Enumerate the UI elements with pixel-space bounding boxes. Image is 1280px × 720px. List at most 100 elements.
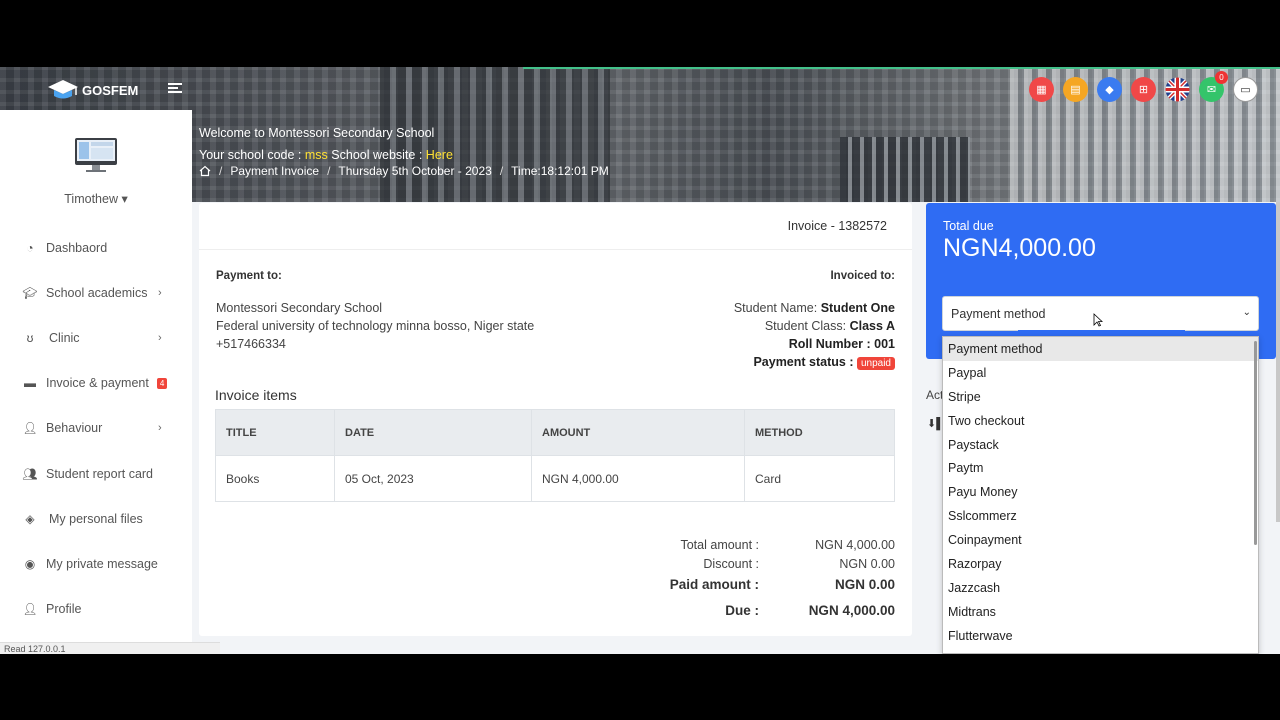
dropdown-option[interactable]: Coinpayment: [943, 528, 1258, 552]
discount-row: Discount : NGN 0.00: [653, 554, 895, 573]
dropdown-option[interactable]: Sslcommerz: [943, 504, 1258, 528]
stethoscope-icon: ʊ: [26, 330, 34, 345]
payment-method-dropdown: Payment method Paypal Stripe Two checkou…: [942, 336, 1259, 654]
column-header: METHOD: [744, 409, 895, 456]
table-row: Books 05 Oct, 2023 NGN 4,000.00 Card: [215, 455, 895, 502]
column-header: DATE: [334, 409, 532, 456]
actions-label: Act: [926, 388, 944, 402]
header-banner: GOSFEM ▦ ▤ ◆ ⊞ ✉ 0 ▭ Welcome to Montesso…: [0, 67, 1280, 202]
sidebar-item-school-academics[interactable]: 🎓︎ School academics ›: [0, 270, 192, 315]
breadcrumb-separator: /: [219, 164, 223, 178]
sidebar-item-label: Clinic: [49, 330, 80, 345]
calculator-icon[interactable]: ▤: [1063, 77, 1088, 102]
cell-date: 05 Oct, 2023: [334, 455, 532, 502]
language-flag-icon[interactable]: [1165, 77, 1190, 102]
logo[interactable]: GOSFEM: [46, 77, 138, 103]
cell-amount: NGN 4,000.00: [531, 455, 745, 502]
due-row: Due : NGN 4,000.00: [653, 599, 895, 621]
caret-down-icon: ▾: [121, 192, 128, 206]
school-code-label: Your school code :: [199, 148, 302, 162]
directions-icon[interactable]: ◆: [1097, 77, 1122, 102]
users-icon: 👥︎: [22, 466, 38, 481]
student-class-label: Student Class:: [764, 319, 847, 333]
dropdown-scrollbar[interactable]: [1254, 341, 1257, 545]
paid-amount-row: Paid amount : NGN 0.00: [653, 573, 895, 595]
invoice-items-table: TITLE DATE AMOUNT METHOD Books 05 Oct, 2…: [215, 409, 895, 502]
dropdown-option[interactable]: Paytm: [943, 456, 1258, 480]
sidebar: Timothew ▾ ◔ Dashbaord 🎓︎ School academi…: [0, 110, 192, 654]
select-value: Payment method: [951, 306, 1046, 321]
logo-text: GOSFEM: [82, 82, 139, 98]
chevron-right-icon: ›: [158, 286, 162, 299]
dashboard-icon: ◔: [26, 240, 34, 255]
browser-status-bar: Read 127.0.0.1: [0, 642, 220, 654]
page-scrollbar[interactable]: [1276, 202, 1280, 522]
menu-toggle-icon[interactable]: [168, 81, 184, 95]
roll-number: 001: [874, 337, 895, 351]
chevron-right-icon: ›: [158, 422, 162, 435]
file-icon: ◈: [25, 511, 35, 526]
apps-grid-icon[interactable]: ⊞: [1131, 77, 1156, 102]
sidebar-item-label: Invoice & payment: [46, 376, 149, 391]
payment-to-label: Payment to:: [216, 270, 282, 282]
notification-count: 0: [1215, 71, 1228, 84]
sidebar-item-label: My personal files: [49, 511, 143, 526]
calendar-icon[interactable]: ▦: [1029, 77, 1054, 102]
school-address: Federal university of technology minna b…: [216, 319, 535, 333]
focus-underline: [1018, 330, 1185, 332]
sidebar-item-label: My private message: [46, 556, 158, 571]
sidebar-item-label: Dashbaord: [46, 240, 108, 255]
mail-icon[interactable]: ✉ 0: [1199, 71, 1228, 102]
home-icon[interactable]: [199, 165, 211, 177]
mouse-cursor-icon: [1093, 313, 1103, 327]
breadcrumb-time: Time:18:12:01 PM: [511, 164, 609, 178]
sidebar-item-my-personal-files[interactable]: ◈ My personal files: [0, 496, 192, 541]
sidebar-nav: ◔ Dashbaord 🎓︎ School academics › ʊ Clin…: [0, 225, 192, 632]
sidebar-item-student-report-card[interactable]: 👥︎ Student report card: [0, 451, 192, 496]
money-icon: ▬: [24, 376, 36, 391]
app-screen: GOSFEM ▦ ▤ ◆ ⊞ ✉ 0 ▭ Welcome to Montesso…: [0, 67, 1280, 654]
total-amount-label: Total amount :: [680, 537, 759, 552]
school-code-line: Your school code : mss School website : …: [199, 144, 453, 166]
breadcrumb-separator: /: [499, 164, 504, 178]
breadcrumb: / Payment Invoice / Thursday 5th October…: [199, 164, 609, 178]
dropdown-option[interactable]: Stripe: [943, 385, 1258, 409]
column-header: TITLE: [215, 409, 335, 456]
welcome-line: Welcome to Montessori Secondary School: [199, 126, 435, 140]
sidebar-item-behaviour[interactable]: 👤︎ Behaviour ›: [0, 406, 192, 451]
sidebar-item-my-private-message[interactable]: ◉ My private message: [0, 541, 192, 586]
sidebar-item-dashboard[interactable]: ◔ Dashbaord: [0, 225, 192, 270]
breadcrumb-date: Thursday 5th October - 2023: [338, 164, 492, 178]
school-name: Montessori Secondary School: [216, 301, 383, 315]
cell-method: Card: [744, 455, 895, 502]
chevron-right-icon: ›: [158, 331, 162, 344]
messenger-icon: ◉: [24, 556, 36, 571]
invoice-card: Invoice - 1382572 Payment to: Montessori…: [199, 203, 912, 636]
sidebar-item-invoice-payment[interactable]: ▬ Invoice & payment 4: [0, 361, 192, 406]
sidebar-item-label: Profile: [46, 602, 82, 617]
student-name-label: Student Name:: [733, 301, 818, 315]
dropdown-option[interactable]: Payment method: [943, 337, 1258, 361]
dropdown-option[interactable]: Payu Money: [943, 480, 1258, 504]
website-link[interactable]: Here: [426, 148, 453, 162]
paid-amount-label: Paid amount :: [669, 576, 759, 592]
breadcrumb-page[interactable]: Payment Invoice: [230, 164, 319, 178]
user-menu[interactable]: Timothew ▾: [0, 191, 192, 206]
sidebar-item-clinic[interactable]: ʊ Clinic ›: [0, 315, 192, 360]
discount-label: Discount :: [703, 556, 759, 571]
dropdown-option[interactable]: Two checkout: [943, 409, 1258, 433]
dropdown-option[interactable]: Midtrans: [943, 600, 1258, 624]
monitor-icon[interactable]: ▭: [1233, 77, 1258, 102]
dropdown-option[interactable]: Jazzcash: [943, 576, 1258, 600]
student-name: Student One: [820, 301, 895, 315]
monitor-avatar-icon: [75, 138, 117, 172]
loading-bar: [523, 67, 1280, 69]
dropdown-option[interactable]: Paystack: [943, 433, 1258, 457]
sidebar-item-profile[interactable]: 👤︎ Profile: [0, 587, 192, 632]
due-value: NGN 4,000.00: [808, 602, 895, 618]
dropdown-option[interactable]: Paypal: [943, 361, 1258, 385]
dropdown-option[interactable]: Razorpay: [943, 552, 1258, 576]
total-due-amount: NGN4,000.00: [943, 234, 1096, 262]
sidebar-item-label: School academics: [46, 285, 148, 300]
dropdown-option[interactable]: Flutterwave: [943, 624, 1258, 648]
